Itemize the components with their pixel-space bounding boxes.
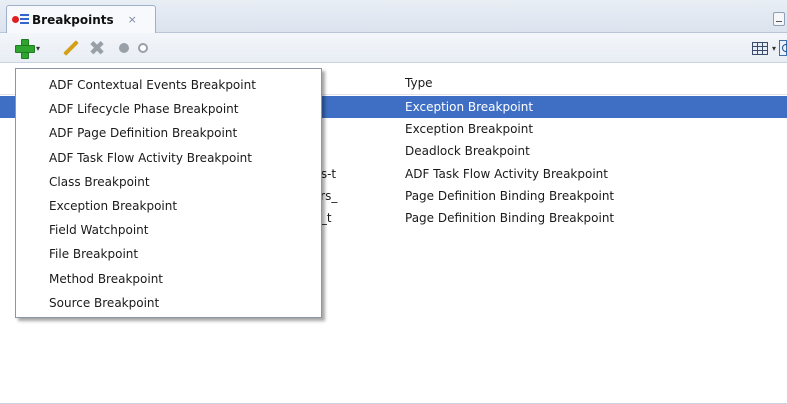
- disable-button[interactable]: [137, 38, 149, 58]
- add-breakpoint-button[interactable]: [14, 38, 35, 59]
- menu-item-source-breakpoint[interactable]: Source Breakpoint: [16, 291, 321, 315]
- add-dropdown-arrow[interactable]: ▾: [36, 38, 40, 58]
- plus-icon: [14, 38, 35, 59]
- menu-item-adf-lifecycle-phase-breakpoint[interactable]: ADF Lifecycle Phase Breakpoint: [16, 97, 321, 121]
- enable-button[interactable]: [118, 38, 130, 58]
- pencil-icon: [60, 39, 78, 57]
- row-type: Page Definition Binding Breakpoint: [405, 211, 615, 225]
- menu-item-adf-page-definition-breakpoint[interactable]: ADF Page Definition Breakpoint: [16, 121, 321, 145]
- row-type: ADF Task Flow Activity Breakpoint: [405, 167, 608, 181]
- row-type: Exception Breakpoint: [405, 122, 534, 136]
- breakpoints-icon: [12, 13, 30, 27]
- enable-icon: [119, 43, 129, 53]
- tab-strip: Breakpoints ×: [0, 0, 787, 33]
- chevron-down-icon: ▾: [36, 43, 41, 53]
- search-icon: [779, 40, 787, 56]
- delete-button[interactable]: ✖: [87, 38, 107, 58]
- grid-icon: [752, 41, 768, 55]
- row-type: Page Definition Binding Breakpoint: [405, 189, 615, 203]
- menu-item-field-watchpoint[interactable]: Field Watchpoint: [16, 218, 321, 242]
- columns-dropdown-arrow[interactable]: ▾: [770, 38, 778, 58]
- row-type: Exception Breakpoint: [405, 100, 534, 114]
- edit-button[interactable]: [58, 38, 80, 58]
- add-breakpoint-menu: ADF Contextual Events Breakpoint ADF Lif…: [15, 68, 322, 318]
- row-type: Deadlock Breakpoint: [405, 144, 530, 158]
- tab-breakpoints[interactable]: Breakpoints ×: [6, 5, 156, 33]
- menu-item-exception-breakpoint[interactable]: Exception Breakpoint: [16, 194, 321, 218]
- tab-title: Breakpoints: [32, 12, 114, 27]
- delete-icon: ✖: [88, 36, 106, 60]
- minimize-button[interactable]: [773, 12, 785, 26]
- chevron-down-icon: ▾: [771, 43, 776, 53]
- search-button[interactable]: [779, 38, 787, 58]
- menu-item-class-breakpoint[interactable]: Class Breakpoint: [16, 170, 321, 194]
- menu-item-adf-contextual-events-breakpoint[interactable]: ADF Contextual Events Breakpoint: [16, 73, 321, 97]
- close-icon[interactable]: ×: [128, 13, 137, 26]
- menu-item-adf-task-flow-activity-breakpoint[interactable]: ADF Task Flow Activity Breakpoint: [16, 146, 321, 170]
- toolbar: ▾ ✖ ▾: [0, 33, 787, 63]
- menu-item-method-breakpoint[interactable]: Method Breakpoint: [16, 267, 321, 291]
- menu-item-file-breakpoint[interactable]: File Breakpoint: [16, 242, 321, 266]
- column-header-type[interactable]: Type: [405, 76, 433, 90]
- disable-icon: [138, 43, 148, 53]
- columns-button[interactable]: [751, 38, 769, 58]
